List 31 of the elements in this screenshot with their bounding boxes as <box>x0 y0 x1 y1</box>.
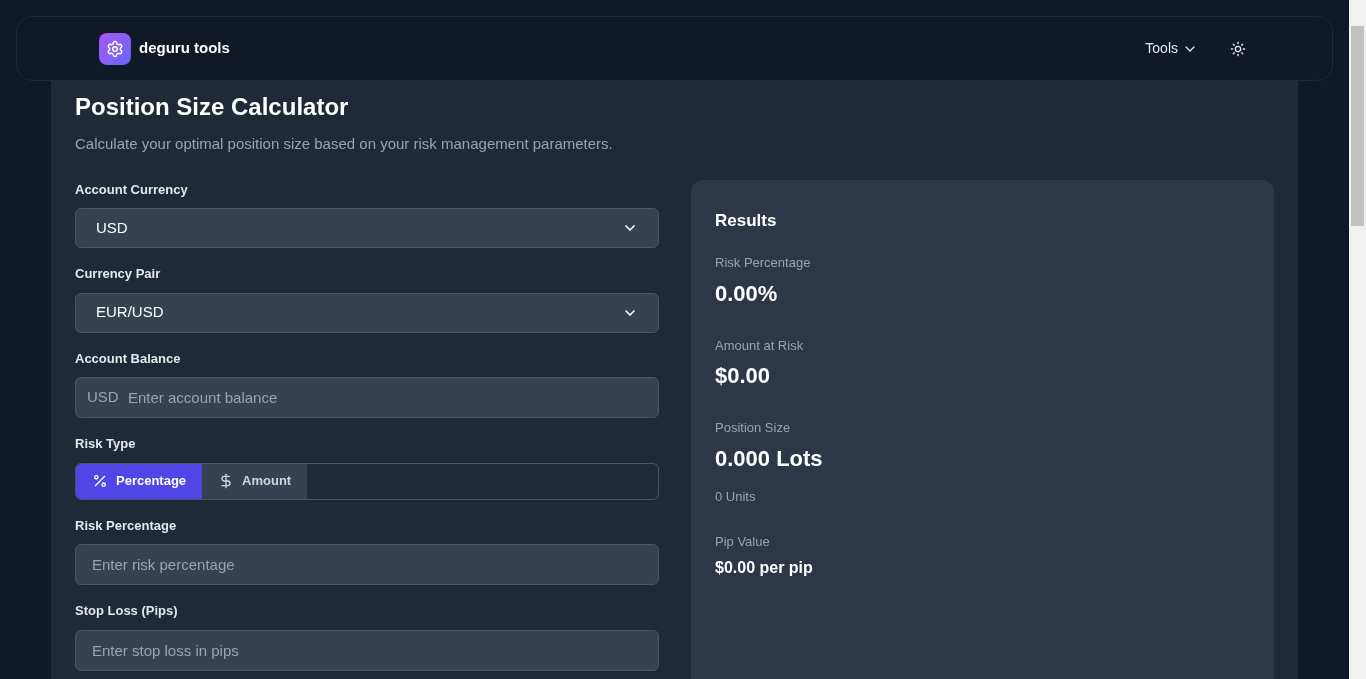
result-label: Risk Percentage <box>715 254 812 272</box>
theme-toggle-sun-icon[interactable] <box>1230 40 1246 57</box>
select-field[interactable]: USD <box>75 208 659 248</box>
input-field[interactable]: Enter stop loss in pips <box>75 629 659 671</box>
page-title: Position Size Calculator <box>75 92 350 122</box>
scrollbar-thumb[interactable] <box>1351 26 1364 226</box>
brand-name: deguru tools <box>139 38 230 59</box>
result-value: $0.00 per pip <box>715 557 814 578</box>
risk-type-tab[interactable]: Amount <box>202 463 308 499</box>
result-value: $0.00 <box>715 362 772 390</box>
field-label: Account Currency <box>75 180 189 199</box>
result-label: Pip Value <box>715 533 771 551</box>
currency-prefix: USD <box>87 388 119 406</box>
risk-type-tab[interactable]: Percentage <box>76 463 203 499</box>
field-label: Risk Type <box>75 435 137 453</box>
result-label: Amount at Risk <box>715 336 805 355</box>
results-title: Results <box>715 209 778 232</box>
result-value: 0.00% <box>715 279 779 308</box>
result-label: Position Size <box>715 419 792 437</box>
result-value: 0.000 Lots <box>715 444 824 473</box>
field-label: Risk Percentage <box>75 516 178 535</box>
gear-logo-icon <box>99 32 131 65</box>
percent-icon <box>92 473 108 489</box>
input-field[interactable]: Enter risk percentage <box>75 544 659 585</box>
tools-menu-button[interactable]: Tools <box>1145 38 1198 59</box>
field-label: Stop Loss (Pips) <box>75 602 179 620</box>
result-note: 0 Units <box>715 487 757 506</box>
field-label: Account Balance <box>75 349 182 368</box>
page-subtitle: Calculate your optimal position size based on your risk management parameters. <box>75 134 614 154</box>
field-label: Currency Pair <box>75 265 162 283</box>
select-field[interactable]: EUR/USD <box>75 292 659 333</box>
